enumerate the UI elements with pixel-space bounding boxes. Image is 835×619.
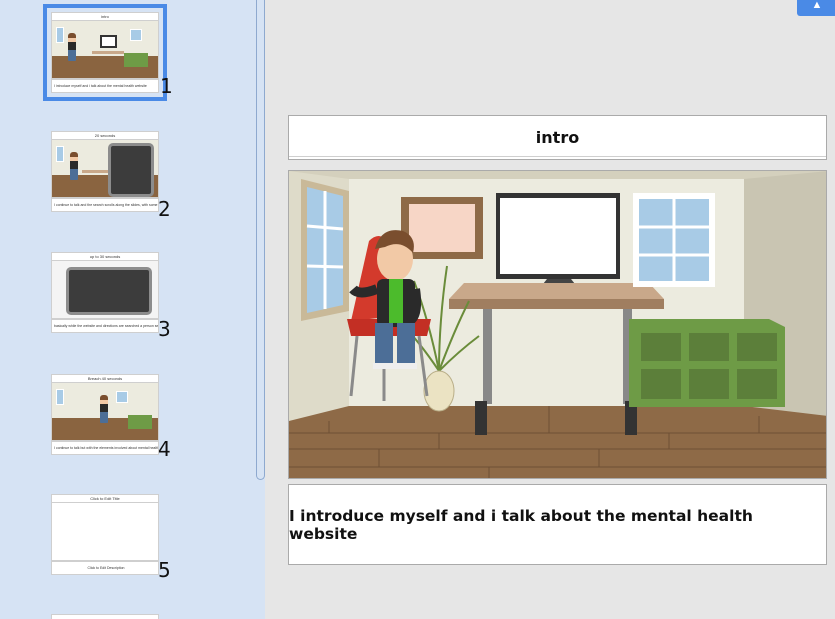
slide-thumbnail-image xyxy=(51,383,159,441)
cell-scene[interactable] xyxy=(288,170,827,479)
arrow-up-icon[interactable]: ▲ xyxy=(797,0,835,16)
slide-number-1: 1 xyxy=(160,74,173,98)
slide-thumbnail-5[interactable]: Click to Edit Title Click to Edit Descri… xyxy=(51,494,159,575)
slide-thumbnail-caption: I continue to talk but with the elements… xyxy=(51,441,159,455)
cell-title-box[interactable]: intro xyxy=(288,115,827,160)
slide-thumbnail-title: Breach 40 seconds xyxy=(51,374,159,383)
slide-thumbnail-3[interactable]: up to 30 seconds basically while the web… xyxy=(51,252,159,333)
slide-thumbnail-6[interactable] xyxy=(51,614,159,619)
scene-illustration xyxy=(289,171,826,478)
slide-number-5: 5 xyxy=(158,558,171,582)
title-underline xyxy=(289,156,826,157)
slide-thumbnail-caption: Click to Edit Description xyxy=(51,561,159,575)
slide-thumbnail-title: 20 seconds xyxy=(51,131,159,140)
slide-thumbnail-caption: I introduce myself and i talk about the … xyxy=(51,79,159,93)
cell-caption: I introduce myself and i talk about the … xyxy=(289,506,753,543)
sidebar-scrollbar[interactable] xyxy=(256,0,265,480)
storyboard-sidebar: intro I introduce myself and i talk abou… xyxy=(0,0,265,619)
slide-thumbnail-1[interactable]: intro I introduce myself and i talk abou… xyxy=(43,4,167,101)
slide-thumbnail-image xyxy=(51,503,159,561)
slide-number-4: 4 xyxy=(158,437,171,461)
slide-thumbnail-4[interactable]: Breach 40 seconds I continue to talk but… xyxy=(51,374,159,455)
cell-caption-box[interactable]: I introduce myself and i talk about the … xyxy=(288,484,827,565)
slide-thumbnail-image xyxy=(51,21,159,79)
slide-thumbnail-2[interactable]: 20 seconds I continue to talk and the se… xyxy=(51,131,159,212)
cell-title: intro xyxy=(535,128,580,147)
slide-number-2: 2 xyxy=(158,197,171,221)
slide-thumbnail-image xyxy=(51,140,159,198)
slide-number-3: 3 xyxy=(158,317,171,341)
slide-thumbnail-caption: I continue to talk and the search scroll… xyxy=(51,198,159,212)
slide-thumbnail-title: Click to Edit Title xyxy=(51,494,159,503)
slide-thumbnail-image xyxy=(51,261,159,319)
slide-thumbnail-title: intro xyxy=(51,12,159,21)
slide-thumbnail-caption: basically while the website and directio… xyxy=(51,319,159,333)
slide-thumbnail-title: up to 30 seconds xyxy=(51,252,159,261)
